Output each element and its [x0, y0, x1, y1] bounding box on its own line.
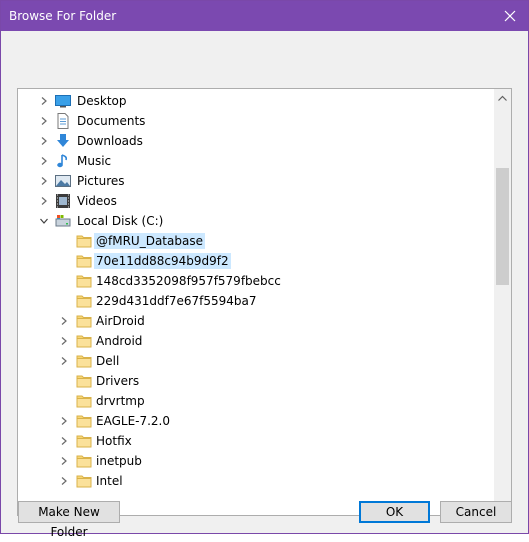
folder-icon	[76, 293, 92, 309]
title-bar[interactable]: Browse For Folder	[1, 1, 528, 31]
tree-item-label: EAGLE-7.2.0	[96, 414, 171, 428]
folder-tree[interactable]: Desktop Documents Downloads Music Pictures Vi…	[17, 88, 512, 516]
tree-item[interactable]: Videos	[18, 191, 496, 211]
tree-item-label: AirDroid	[96, 314, 145, 328]
folder-icon	[76, 313, 92, 329]
cancel-button[interactable]: Cancel	[440, 501, 512, 523]
folder-icon	[76, 353, 92, 369]
downloads-icon	[55, 133, 71, 149]
tree-item-label: @fMRU_Database	[94, 233, 205, 249]
tree-item[interactable]: Desktop	[18, 91, 496, 111]
chevron-right-icon[interactable]	[38, 115, 50, 127]
tree-item[interactable]: drvrtmp	[18, 391, 496, 411]
tree-item-label: Downloads	[77, 134, 143, 148]
folder-icon	[76, 233, 92, 249]
chevron-down-icon[interactable]	[38, 215, 50, 227]
pictures-icon	[55, 173, 71, 189]
close-icon	[504, 10, 516, 22]
tree-item[interactable]: Dell	[18, 351, 496, 371]
folder-icon	[76, 473, 92, 489]
chevron-right-icon[interactable]	[58, 435, 70, 447]
folder-icon	[76, 333, 92, 349]
dialog-client-area: Desktop Documents Downloads Music Pictures Vi…	[1, 31, 528, 539]
tree-item[interactable]: Drivers	[18, 371, 496, 391]
desktop-icon	[55, 93, 71, 109]
chevron-up-icon	[498, 95, 507, 101]
chevron-right-icon[interactable]	[58, 315, 70, 327]
vertical-scrollbar[interactable]	[494, 89, 511, 515]
tree-item[interactable]: Pictures	[18, 171, 496, 191]
folder-icon	[76, 253, 92, 269]
tree-item-label: Pictures	[77, 174, 125, 188]
tree-item[interactable]: @fMRU_Database	[18, 231, 496, 251]
folder-icon	[76, 433, 92, 449]
tree-item-label: 229d431ddf7e67f5594ba7	[96, 294, 257, 308]
tree-item[interactable]: EAGLE-7.2.0	[18, 411, 496, 431]
chevron-right-icon[interactable]	[58, 335, 70, 347]
documents-icon	[55, 113, 71, 129]
chevron-right-icon[interactable]	[58, 475, 70, 487]
videos-icon	[55, 193, 71, 209]
tree-item-label: Videos	[77, 194, 117, 208]
tree-item-label: 148cd3352098f957f579fbebcc	[96, 274, 281, 288]
chevron-right-icon[interactable]	[38, 195, 50, 207]
folder-icon	[76, 453, 92, 469]
music-icon	[55, 153, 71, 169]
folder-icon	[76, 273, 92, 289]
folder-icon	[76, 413, 92, 429]
tree-item[interactable]: 148cd3352098f957f579fbebcc	[18, 271, 496, 291]
tree-item-label: Intel	[96, 474, 123, 488]
tree-item[interactable]: inetpub	[18, 451, 496, 471]
tree-item[interactable]: Music	[18, 151, 496, 171]
tree-item-label: Hotfix	[96, 434, 132, 448]
tree-item[interactable]: Downloads	[18, 131, 496, 151]
dialog-title: Browse For Folder	[9, 9, 117, 23]
folder-icon	[76, 373, 92, 389]
tree-item[interactable]: 229d431ddf7e67f5594ba7	[18, 291, 496, 311]
tree-item-label: Desktop	[77, 94, 127, 108]
folder-icon	[76, 393, 92, 409]
tree-item[interactable]: Documents	[18, 111, 496, 131]
tree-item[interactable]: Local Disk (C:)	[18, 211, 496, 231]
tree-item-label: Drivers	[96, 374, 140, 388]
chevron-right-icon[interactable]	[38, 135, 50, 147]
tree-item-label: inetpub	[96, 454, 142, 468]
tree-item-label: 70e11dd88c94b9d9f2	[94, 253, 231, 269]
ok-button[interactable]: OK	[359, 501, 430, 523]
tree-item[interactable]: Intel	[18, 471, 496, 491]
tree-item[interactable]: Android	[18, 331, 496, 351]
tree-item[interactable]: AirDroid	[18, 311, 496, 331]
chevron-right-icon[interactable]	[38, 95, 50, 107]
tree-item-label: Dell	[96, 354, 120, 368]
tree-item-label: Android	[96, 334, 143, 348]
close-button[interactable]	[492, 1, 528, 31]
chevron-right-icon[interactable]	[58, 415, 70, 427]
chevron-right-icon[interactable]	[38, 175, 50, 187]
tree-item[interactable]: Hotfix	[18, 431, 496, 451]
tree-item-label: Documents	[77, 114, 146, 128]
tree-item-label: Music	[77, 154, 112, 168]
local-disk-icon	[55, 213, 71, 229]
scroll-up-button[interactable]	[494, 89, 511, 106]
tree-item-label: Local Disk (C:)	[77, 214, 164, 228]
scroll-thumb[interactable]	[496, 168, 509, 285]
tree-item-label: drvrtmp	[96, 394, 145, 408]
browse-for-folder-dialog: Browse For Folder Desktop Documents Downlo…	[0, 0, 529, 539]
make-new-folder-button[interactable]: Make New Folder	[18, 501, 120, 539]
chevron-right-icon[interactable]	[58, 455, 70, 467]
tree-item[interactable]: 70e11dd88c94b9d9f2	[18, 251, 496, 271]
chevron-right-icon[interactable]	[58, 355, 70, 367]
chevron-right-icon[interactable]	[38, 155, 50, 167]
